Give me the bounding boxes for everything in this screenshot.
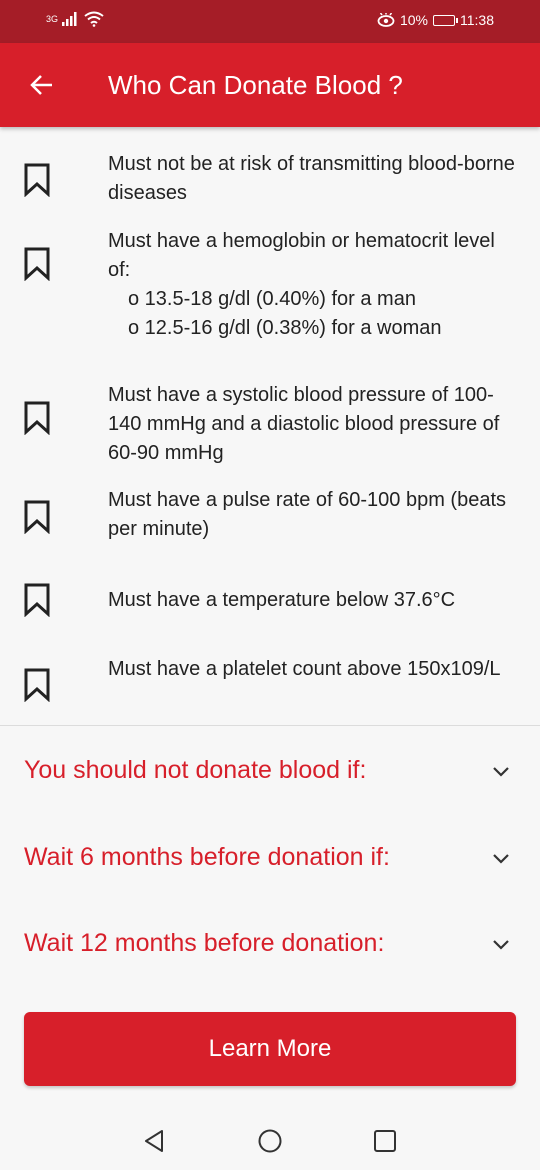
section-label: Wait 6 months before donation if: (24, 843, 390, 871)
eye-comfort-icon (377, 13, 395, 27)
battery-percent: 10% (399, 12, 428, 28)
network-type: 3G (46, 14, 59, 24)
signal-icon (62, 12, 77, 26)
battery-icon (433, 14, 458, 26)
page-title: Who Can Donate Blood ? (108, 70, 403, 100)
requirement-text: Must have a temperature below 37.6°C (108, 589, 456, 611)
bookmark-icon[interactable] (23, 668, 51, 702)
requirement-text: Must have a pulse rate of 60-100 bpm (be… (108, 489, 507, 540)
nav-recents-icon[interactable] (372, 1128, 398, 1154)
status-bar: 3G 10% 11:38 (0, 0, 540, 43)
section-wait-12-months[interactable]: Wait 12 months before donation: (0, 917, 540, 977)
divider (0, 725, 540, 726)
requirement-subitem: o 12.5-16 g/dl (0.38%) for a woman (128, 317, 442, 339)
arrow-left-icon[interactable] (26, 69, 58, 101)
chevron-down-icon[interactable] (492, 939, 510, 951)
wifi-icon (84, 11, 104, 27)
bookmark-icon[interactable] (23, 401, 51, 435)
chevron-down-icon[interactable] (492, 853, 510, 865)
requirement-sublist: o 13.5-18 g/dl (0.40%) for a man o 12.5-… (108, 285, 518, 343)
status-time: 11:38 (460, 12, 494, 28)
requirement-text: Must have a hemoglobin or hematocrit lev… (108, 227, 518, 343)
nav-back-icon[interactable] (142, 1128, 168, 1154)
requirement-text: Must have a systolic blood pressure of 1… (108, 384, 500, 464)
section-label: Wait 12 months before donation: (24, 929, 385, 957)
app-bar: Who Can Donate Blood ? (0, 43, 540, 127)
bookmark-icon[interactable] (23, 583, 51, 617)
section-wait-6-months[interactable]: Wait 6 months before donation if: (0, 831, 540, 891)
learn-more-button[interactable]: Learn More (24, 1012, 516, 1086)
system-nav-bar (0, 1112, 540, 1170)
bookmark-icon[interactable] (23, 247, 51, 281)
section-label: You should not donate blood if: (24, 756, 367, 784)
status-right: 10% 11:38 (377, 12, 494, 28)
status-left: 3G (46, 11, 104, 27)
requirement-main: Must have a hemoglobin or hematocrit lev… (108, 230, 495, 281)
bookmark-icon[interactable] (23, 163, 51, 197)
requirement-text: Must not be at risk of transmitting bloo… (108, 153, 515, 204)
nav-home-icon[interactable] (257, 1128, 283, 1154)
requirement-text: Must have a platelet count above 150x109… (108, 658, 501, 680)
bookmark-icon[interactable] (23, 500, 51, 534)
requirement-subitem: o 13.5-18 g/dl (0.40%) for a man (128, 288, 416, 310)
chevron-down-icon[interactable] (492, 766, 510, 778)
section-not-donate[interactable]: You should not donate blood if: (0, 744, 540, 804)
